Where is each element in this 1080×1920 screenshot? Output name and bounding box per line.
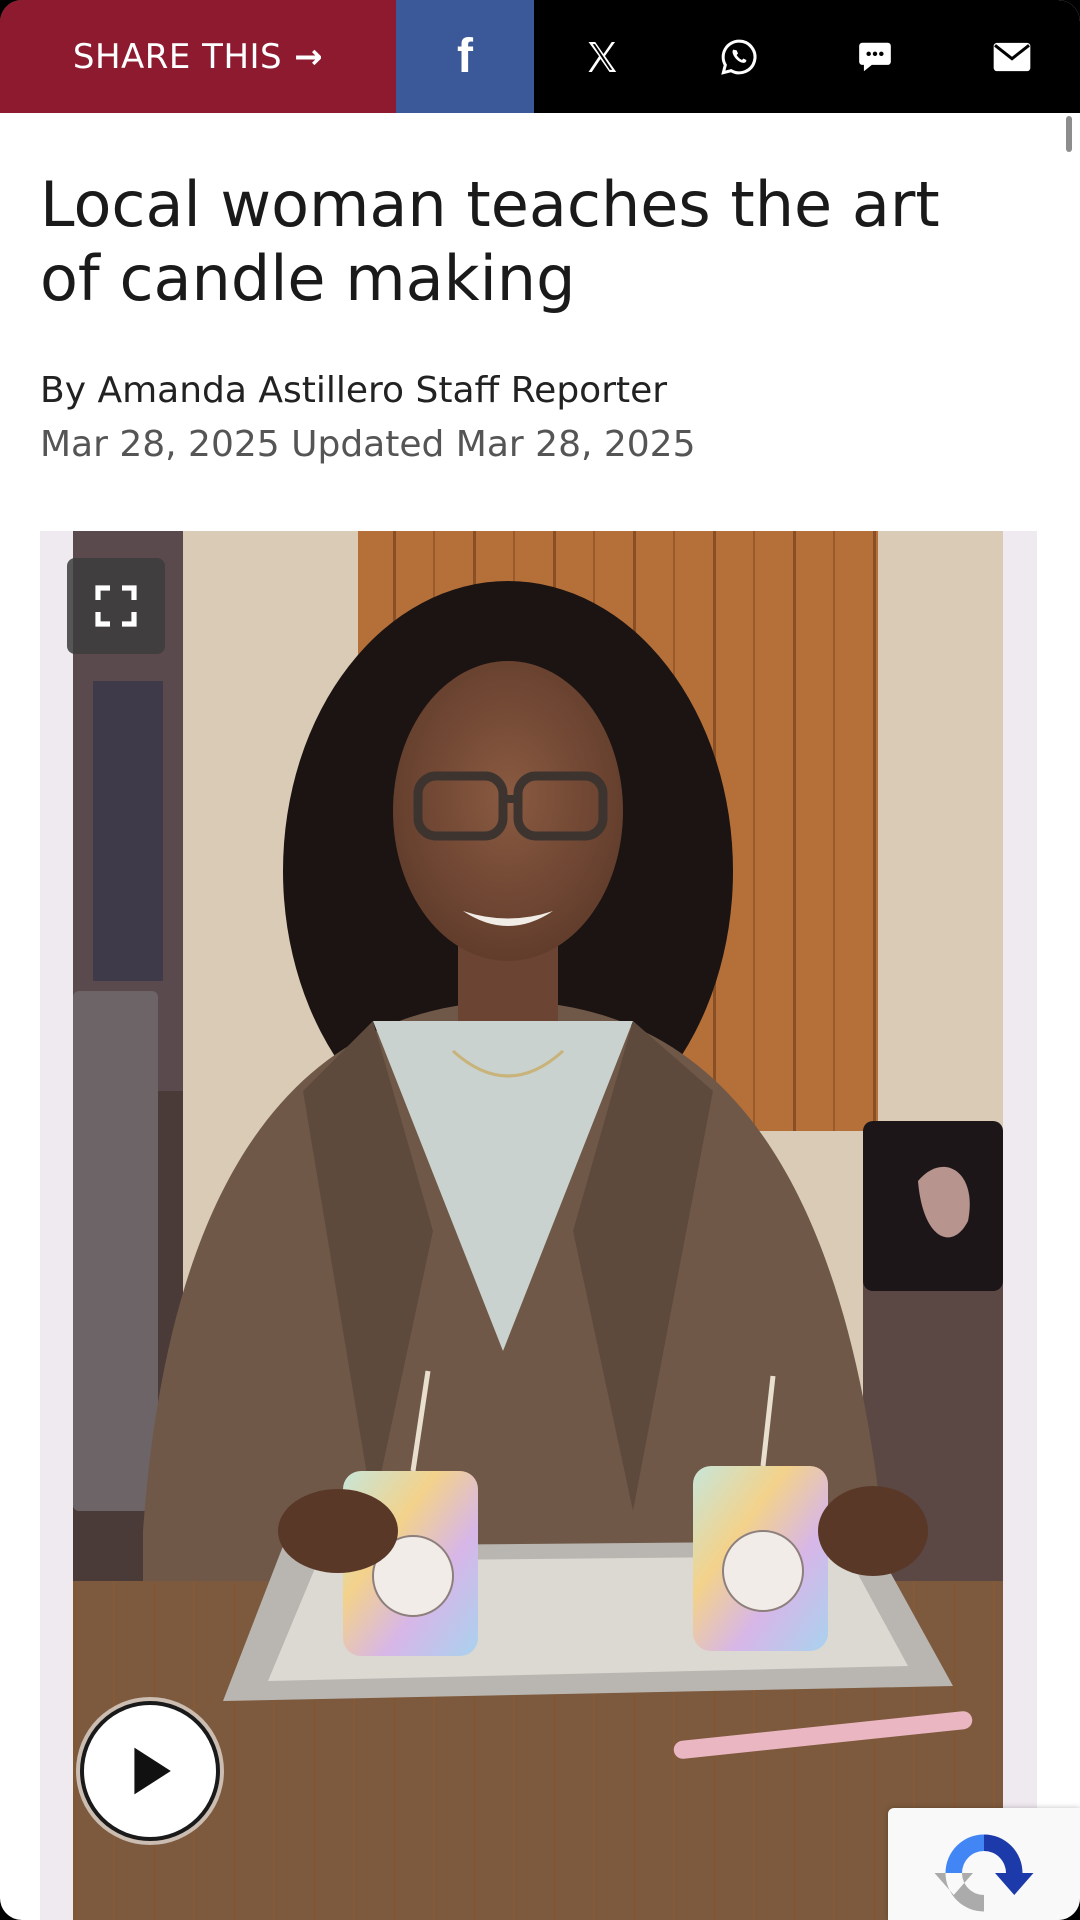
play-video-button[interactable] [80, 1701, 220, 1841]
article-dateline: Mar 28, 2025 Updated Mar 28, 2025 [40, 424, 696, 465]
fullscreen-icon [95, 585, 137, 627]
sms-share-button[interactable] [807, 0, 944, 113]
recaptcha-icon [934, 1834, 1034, 1912]
article-photo-frame [40, 531, 1037, 1920]
share-this-label: SHARE THIS [72, 36, 283, 77]
whatsapp-share-button[interactable] [671, 0, 808, 113]
article-byline[interactable]: By Amanda Astillero Staff Reporter [40, 370, 667, 411]
fullscreen-button[interactable] [67, 558, 165, 654]
play-icon [134, 1747, 171, 1795]
x-icon [588, 41, 617, 72]
share-bar: SHARE THIS → f [0, 0, 1080, 113]
article-title: Local woman teaches the art of candle ma… [40, 168, 940, 315]
x-share-button[interactable] [534, 0, 671, 113]
facebook-icon: f [457, 30, 473, 83]
recaptcha-badge[interactable] [888, 1808, 1080, 1920]
arrow-right-icon: → [294, 36, 324, 77]
whatsapp-icon [720, 39, 757, 75]
article-photo[interactable] [73, 531, 1003, 1920]
share-this-button[interactable]: SHARE THIS → [0, 0, 396, 113]
article-page: SHARE THIS → f Local woman teaches the a… [0, 0, 1080, 1920]
email-share-button[interactable] [944, 0, 1080, 113]
facebook-share-button[interactable]: f [396, 0, 534, 113]
scroll-indicator[interactable] [1066, 116, 1072, 152]
email-icon [993, 42, 1031, 71]
sms-icon [859, 42, 892, 71]
